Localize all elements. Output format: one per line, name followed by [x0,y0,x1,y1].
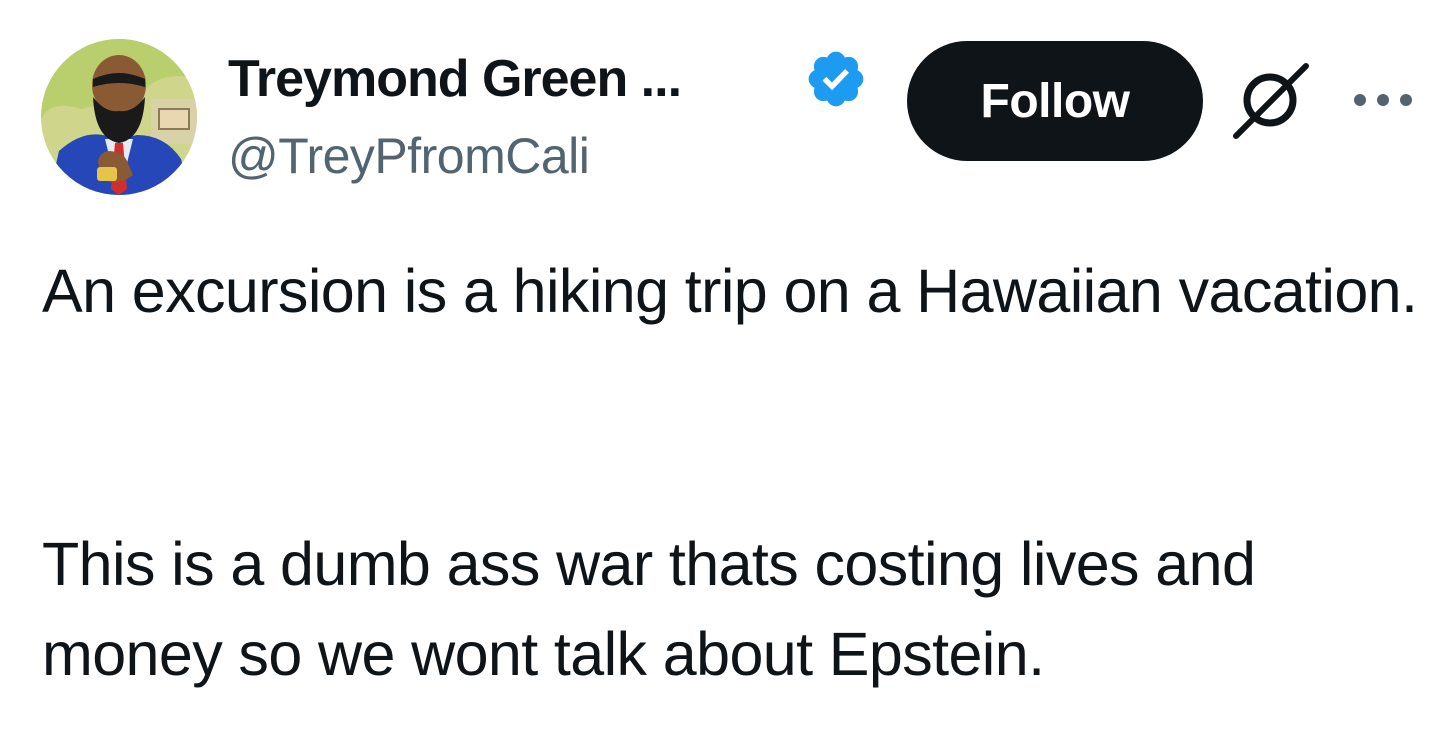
avatar-image [41,39,197,195]
author-display-name[interactable]: Treymond Green ... [228,44,682,114]
author-handle[interactable]: @TreyPfromCali [228,124,590,188]
more-options-icon[interactable] [1352,86,1414,114]
grok-icon[interactable] [1232,62,1312,140]
avatar[interactable] [41,39,197,195]
follow-button[interactable]: Follow [907,41,1203,161]
tweet-text-paragraph: An excursion is a hiking trip on a Hawai… [42,257,1418,325]
tweet-text-paragraph: This is a dumb ass war thats costing liv… [42,530,1256,688]
verified-badge-icon[interactable] [804,47,868,111]
